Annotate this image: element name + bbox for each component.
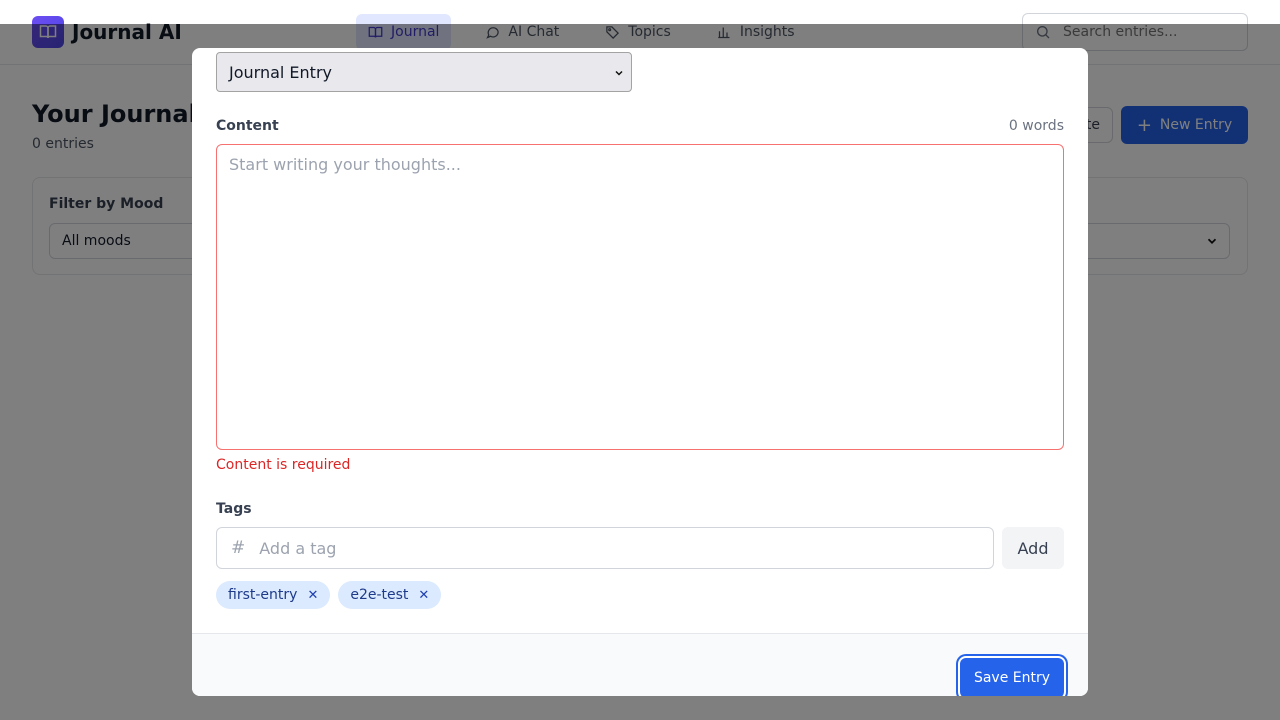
add-tag-button[interactable]: Add: [1002, 527, 1064, 569]
close-icon[interactable]: ✕: [418, 588, 429, 603]
tag-list: first-entry ✕ e2e-test ✕: [216, 581, 449, 609]
entry-type-value: Journal Entry: [229, 62, 332, 82]
tag-input-box[interactable]: #: [216, 527, 994, 569]
close-icon[interactable]: ✕: [307, 588, 318, 603]
entry-type-select[interactable]: Journal Entry: [216, 52, 632, 92]
modal-footer: Save Entry: [192, 633, 1088, 696]
chevron-down-icon: [615, 70, 623, 76]
add-tag-label: Add: [1017, 538, 1049, 558]
tag-chip-label: first-entry: [228, 587, 298, 603]
tag-chip: first-entry ✕: [216, 581, 331, 609]
content-textarea[interactable]: [216, 144, 1064, 450]
tag-chip-label: e2e-test: [350, 587, 409, 603]
content-error: Content is required: [216, 457, 351, 473]
tag-input[interactable]: [259, 538, 960, 558]
word-count: 0 words: [1008, 118, 1064, 134]
content-label: Content: [216, 118, 279, 134]
tag-chip: e2e-test ✕: [338, 581, 442, 609]
tags-label: Tags: [216, 501, 252, 517]
save-entry-label: Save Entry: [973, 670, 1051, 686]
hash-icon: #: [231, 538, 246, 558]
new-entry-modal: Journal Entry Content 0 words Content is…: [192, 48, 1088, 696]
save-entry-button[interactable]: Save Entry: [960, 658, 1064, 696]
